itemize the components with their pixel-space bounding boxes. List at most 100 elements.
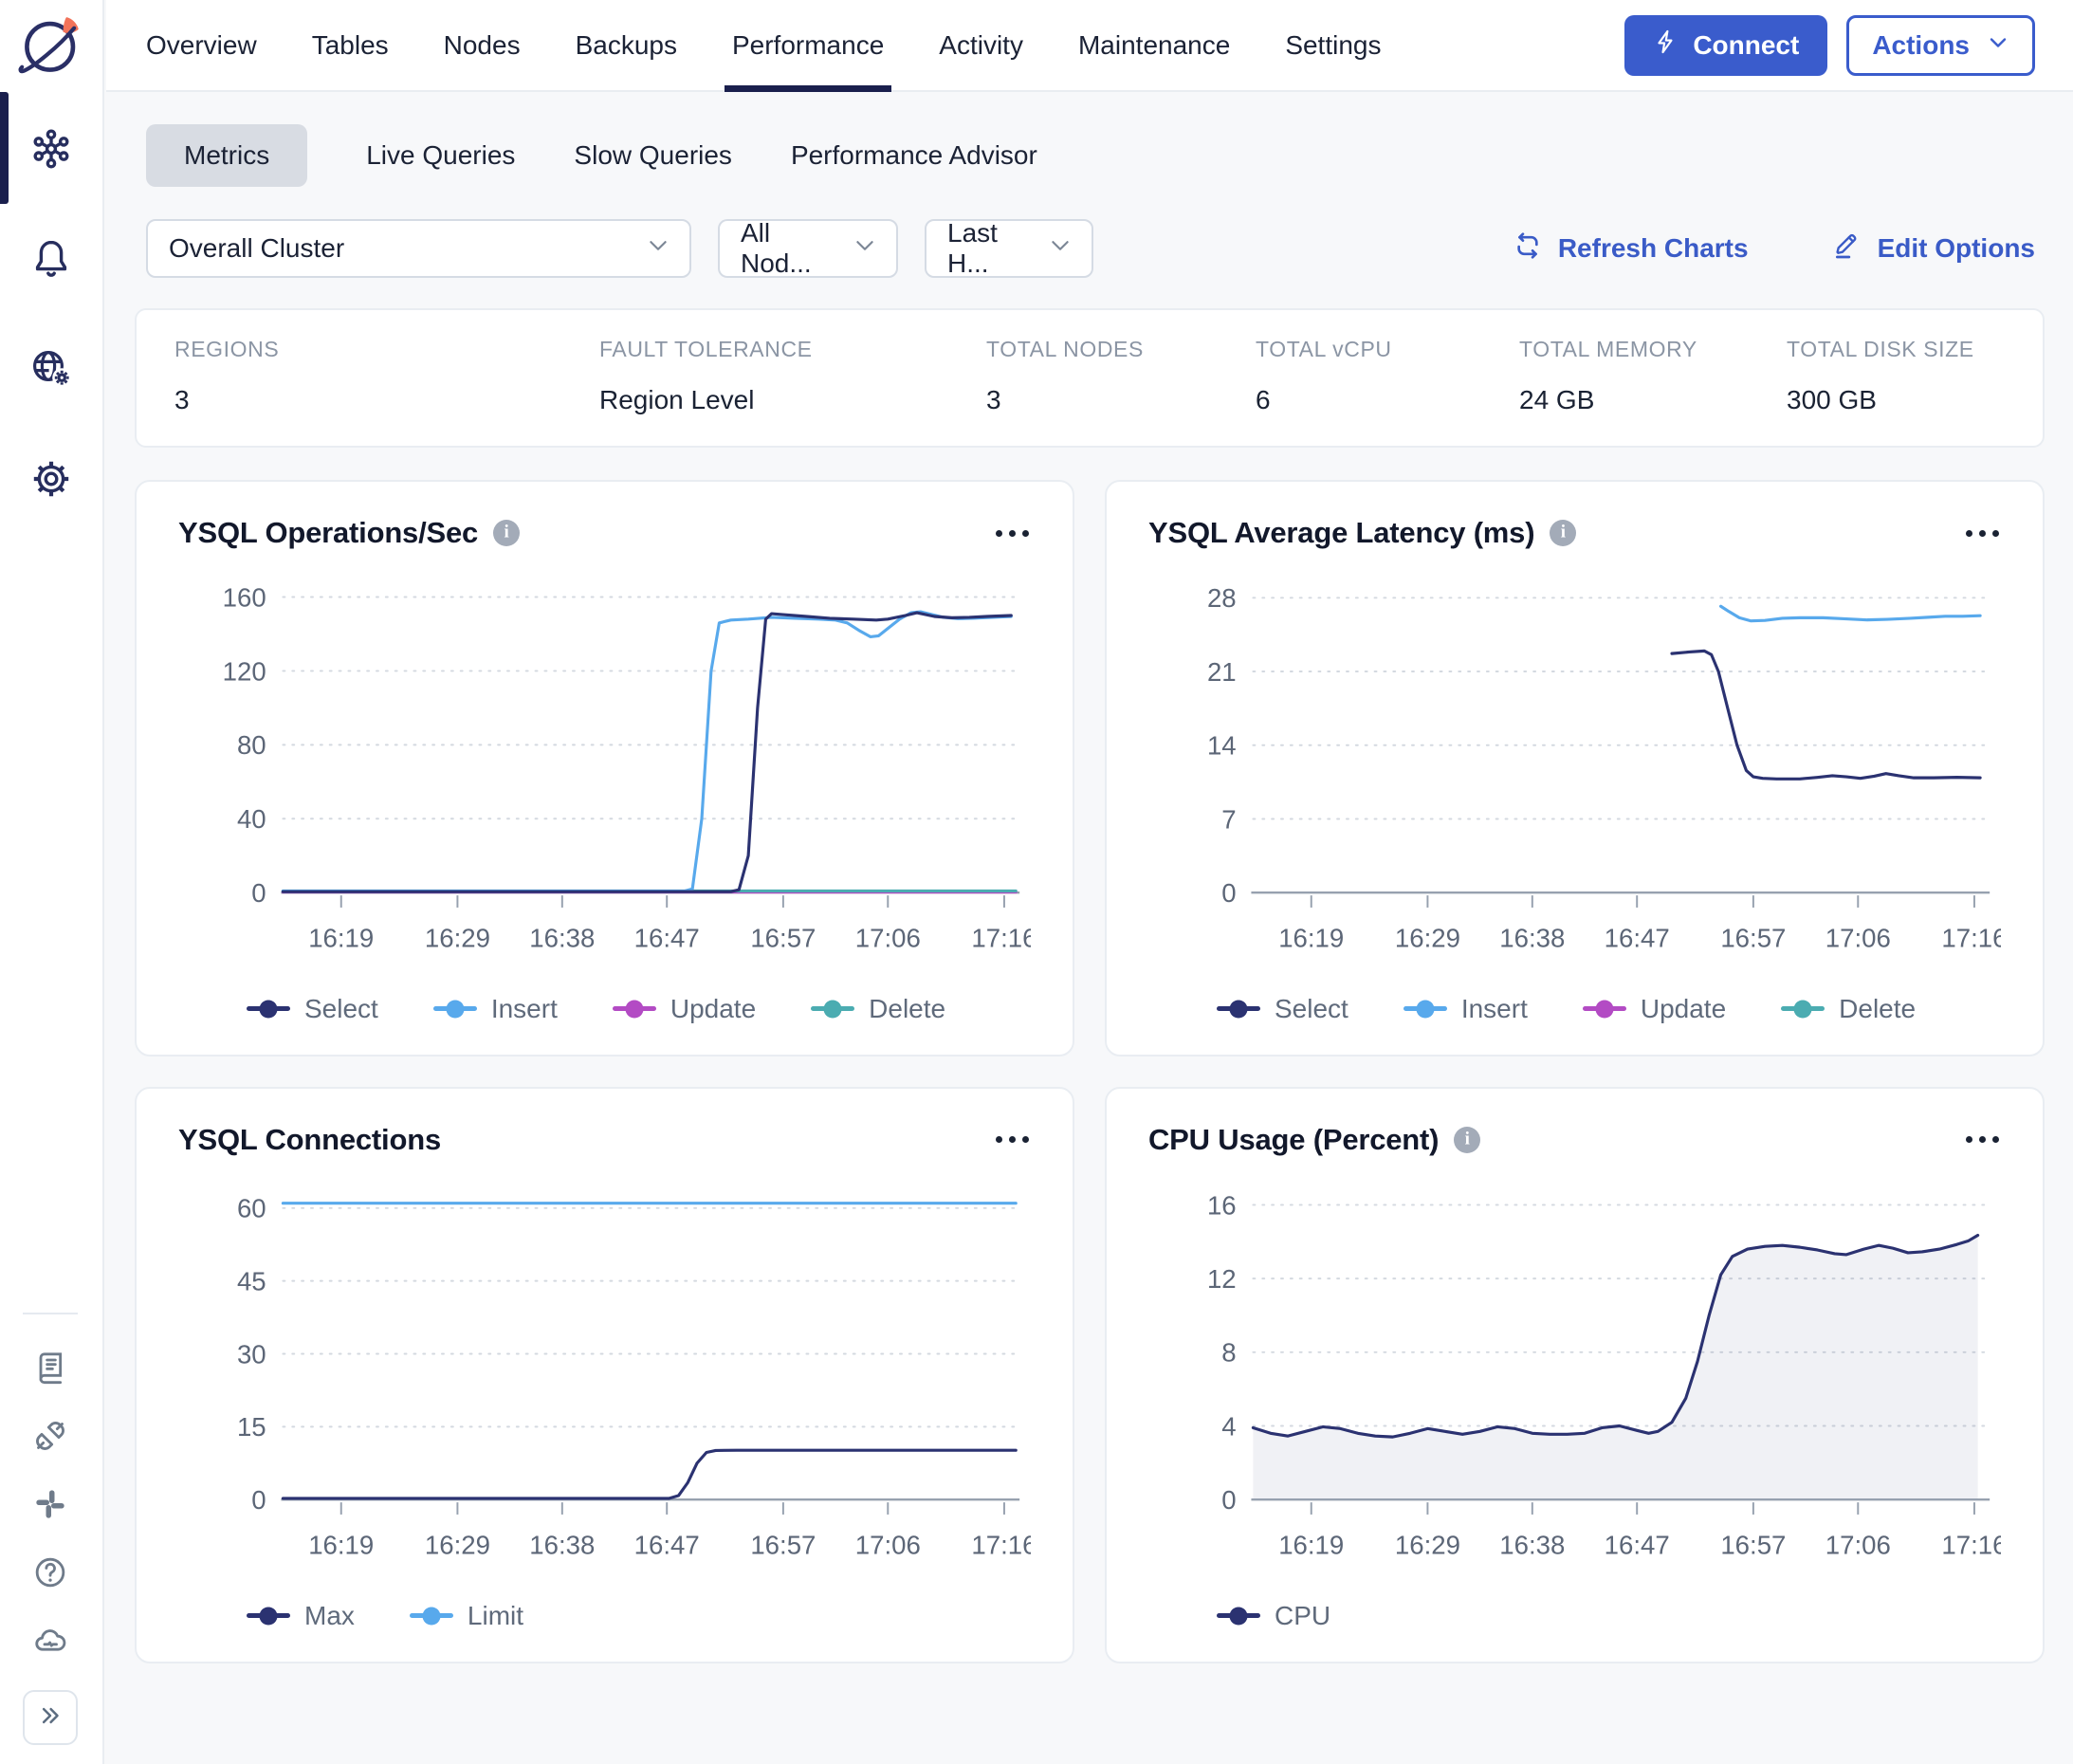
cloud-status-icon[interactable] [31,1622,69,1660]
globe-gear-icon [28,379,74,395]
tab-settings[interactable]: Settings [1285,0,1381,90]
docs-icon[interactable] [31,1349,69,1387]
legend-select[interactable]: Select [247,994,378,1024]
legend-update[interactable]: Update [1583,994,1726,1024]
tab-tables[interactable]: Tables [312,0,389,90]
legend-delete[interactable]: Delete [1781,994,1916,1024]
stat-label: TOTAL MEMORY [1519,337,1787,362]
subtab-metrics[interactable]: Metrics [146,124,307,187]
subtab-live-queries[interactable]: Live Queries [366,124,515,187]
chevron-down-icon [633,233,670,265]
tab-maintenance[interactable]: Maintenance [1078,0,1230,90]
tab-performance[interactable]: Performance [732,0,884,90]
legend-label: Update [1641,994,1726,1024]
subtab-performance-advisor[interactable]: Performance Advisor [791,124,1037,187]
svg-text:16:29: 16:29 [425,923,490,952]
refresh-charts-link[interactable]: Refresh Charts [1513,230,1749,267]
bell-icon [28,269,74,285]
more-menu-icon[interactable] [994,1130,1031,1148]
connect-button[interactable]: Connect [1624,15,1827,76]
chart-header: YSQL Average Latency (ms) [1148,516,2001,550]
stat-total-nodes: TOTAL NODES3 [986,337,1256,415]
lightning-icon [1653,28,1679,62]
main-content: Overview Tables Nodes Backups Performance Act… [106,0,2073,1764]
svg-text:28: 28 [1207,583,1237,613]
sidebar-divider [23,1313,78,1314]
edit-options-link[interactable]: Edit Options [1832,230,2035,267]
legend-delete[interactable]: Delete [811,994,945,1024]
svg-text:17:16: 17:16 [971,923,1031,952]
tab-overview[interactable]: Overview [146,0,257,90]
info-icon[interactable] [493,520,520,546]
yugabyte-logo-icon[interactable] [17,13,102,81]
svg-text:15: 15 [237,1412,266,1442]
svg-text:60: 60 [237,1194,266,1223]
integrations-plug-icon[interactable] [31,1417,69,1455]
actions-button[interactable]: Actions [1846,15,2035,76]
refresh-charts-label: Refresh Charts [1558,233,1749,264]
legend-marker-icon [1217,1006,1260,1011]
legend-cpu[interactable]: CPU [1217,1601,1330,1631]
info-icon[interactable] [1550,520,1576,546]
chart-card-cpu-usage: CPU Usage (Percent) 048121616:1916:2916:… [1105,1087,2045,1663]
svg-text:16:38: 16:38 [1499,923,1565,952]
chart-header: CPU Usage (Percent) [1148,1123,2001,1157]
stat-value: Region Level [599,385,986,415]
sidebar-expand-button[interactable] [23,1690,78,1745]
svg-text:45: 45 [237,1266,266,1295]
svg-text:16:57: 16:57 [1720,923,1786,952]
performance-subtabs: Metrics Live Queries Slow Queries Performan… [106,92,2073,194]
sidebar-item-alerts[interactable] [28,236,74,282]
legend-update[interactable]: Update [613,994,756,1024]
svg-text:17:06: 17:06 [1825,1530,1891,1559]
slack-icon[interactable] [31,1485,69,1523]
legend-insert[interactable]: Insert [433,994,558,1024]
stat-label: FAULT TOLERANCE [599,337,986,362]
tab-nodes[interactable]: Nodes [444,0,521,90]
tab-activity[interactable]: Activity [939,0,1023,90]
legend-label: CPU [1275,1601,1330,1631]
svg-text:7: 7 [1221,804,1236,834]
cluster-scope-value: Overall Cluster [169,233,344,264]
header-buttons: Connect Actions [1624,15,2035,76]
primary-tabs: Overview Tables Nodes Backups Performance Act… [146,0,1381,90]
more-menu-icon[interactable] [994,524,1031,542]
stat-value: 6 [1256,385,1519,415]
info-icon[interactable] [1454,1127,1480,1153]
chart-header: YSQL Connections [178,1123,1031,1157]
chart-legend: Select Insert Update Delete [1217,994,2001,1024]
svg-text:17:16: 17:16 [1941,923,2001,952]
node-scope-select[interactable]: All Nod... [718,219,898,278]
svg-text:16:38: 16:38 [529,1530,595,1559]
svg-text:17:06: 17:06 [1825,923,1891,952]
more-menu-icon[interactable] [1964,524,2001,542]
more-menu-icon[interactable] [1964,1130,2001,1148]
legend-max[interactable]: Max [247,1601,355,1631]
subtab-slow-queries[interactable]: Slow Queries [574,124,732,187]
legend-limit[interactable]: Limit [410,1601,523,1631]
legend-insert[interactable]: Insert [1403,994,1528,1024]
stat-total-disk-size: TOTAL DISK SIZE300 GB [1787,337,2005,415]
svg-text:40: 40 [237,804,266,834]
sidebar-item-regions[interactable] [28,346,74,392]
stat-label: TOTAL NODES [986,337,1256,362]
chevrons-right-icon [36,1701,64,1735]
sidebar-item-settings[interactable] [28,456,74,502]
tab-backups[interactable]: Backups [576,0,677,90]
stat-fault-tolerance: FAULT TOLERANCE Region Level [599,337,986,415]
svg-text:4: 4 [1221,1411,1236,1441]
cluster-scope-select[interactable]: Overall Cluster [146,219,691,278]
svg-text:16: 16 [1207,1190,1237,1220]
svg-text:16:57: 16:57 [750,923,816,952]
legend-marker-icon [247,1006,290,1011]
time-range-select[interactable]: Last H... [925,219,1093,278]
legend-label: Update [670,994,756,1024]
chevron-down-icon [1035,233,1073,265]
chevron-down-icon [1987,30,2009,61]
svg-text:8: 8 [1221,1338,1236,1368]
refresh-icon [1513,230,1543,267]
svg-text:120: 120 [223,656,266,686]
help-icon[interactable] [31,1553,69,1591]
sidebar-item-cluster[interactable] [28,126,74,172]
legend-select[interactable]: Select [1217,994,1348,1024]
